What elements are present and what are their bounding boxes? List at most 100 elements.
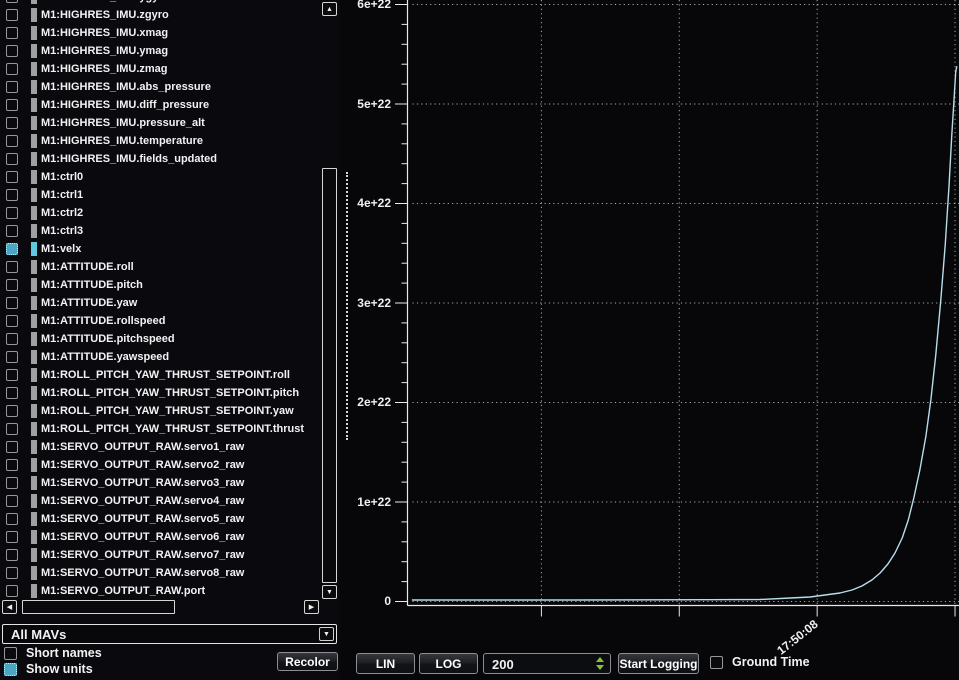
curve-checkbox[interactable] [6,261,18,273]
curve-color-swatch [31,188,37,202]
y-axis-tick-label: 1e+22 [339,495,391,509]
curve-color-swatch [31,368,37,382]
list-item: M1:SERVO_OUTPUT_RAW.servo4_raw [0,492,320,510]
curve-label: M1:SERVO_OUTPUT_RAW.servo3_raw [41,477,244,489]
curve-checkbox[interactable] [6,351,18,363]
scroll-up-button[interactable]: ▲ [322,2,337,16]
vertical-scrollbar[interactable]: ▲ ▼ [321,0,338,600]
curve-checkbox[interactable] [6,0,18,3]
curve-checkbox[interactable] [6,117,18,129]
list-item: M1:ATTITUDE.rollspeed [0,312,320,330]
curve-label: M1:ctrl2 [41,207,83,219]
curve-checkbox[interactable] [6,27,18,39]
scroll-left-button[interactable]: ◀ [2,600,17,614]
curve-label: M1:ROLL_PITCH_YAW_THRUST_SETPOINT.thrust [41,423,304,435]
scroll-left-icon: ◀ [7,604,12,611]
interval-spinbox[interactable]: 200 [483,653,611,674]
curve-checkbox[interactable] [6,495,18,507]
show-units-checkbox[interactable] [4,663,17,676]
curve-checkbox[interactable] [6,441,18,453]
curve-checkbox[interactable] [6,549,18,561]
recolor-button[interactable]: Recolor [277,652,338,671]
curve-label: M1:ATTITUDE.yaw [41,297,137,309]
curve-checkbox[interactable] [6,387,18,399]
y-axis-tick-label: 6e+22 [339,0,391,11]
curve-color-swatch [31,332,37,346]
y-axis-tick-label: 2e+22 [339,395,391,409]
curve-checkbox[interactable] [6,585,18,597]
spin-down-icon[interactable] [596,665,604,670]
spin-up-icon[interactable] [596,657,604,662]
curve-list-panel: M1:HIGHRES_IMU.ygyroM1:HIGHRES_IMU.zgyro… [0,0,340,680]
show-units-label: Show units [26,662,93,676]
curve-checkbox[interactable] [6,369,18,381]
curve-checkbox[interactable] [6,333,18,345]
horizontal-scrollbar-thumb[interactable] [22,600,175,614]
curve-checkbox[interactable] [6,225,18,237]
curve-checkbox[interactable] [6,315,18,327]
curve-checkbox[interactable] [6,189,18,201]
list-item: M1:HIGHRES_IMU.zmag [0,60,320,78]
curve-color-swatch [31,242,37,256]
curve-label: M1:HIGHRES_IMU.diff_pressure [41,99,209,111]
curve-color-swatch [31,548,37,562]
curve-label: M1:ctrl3 [41,225,83,237]
vertical-scrollbar-thumb[interactable] [322,168,337,583]
curve-checkbox[interactable] [6,9,18,21]
curve-checkbox[interactable] [6,207,18,219]
curve-color-swatch [31,170,37,184]
list-item: M1:HIGHRES_IMU.diff_pressure [0,96,320,114]
curve-checkbox[interactable] [6,297,18,309]
curve-label: M1:SERVO_OUTPUT_RAW.servo6_raw [41,531,244,543]
curve-checkbox[interactable] [6,153,18,165]
short-names-checkbox[interactable] [4,647,17,660]
curve-checkbox[interactable] [6,171,18,183]
scroll-right-button[interactable]: ▶ [304,600,319,614]
curve-checkbox[interactable] [6,279,18,291]
start-logging-button[interactable]: Start Logging [618,653,699,674]
dropdown-arrow-icon[interactable]: ▼ [319,627,334,641]
curve-checkbox[interactable] [6,477,18,489]
curve-label: M1:HIGHRES_IMU.pressure_alt [41,117,205,129]
list-item: M1:velx [0,240,320,258]
curve-label: M1:ATTITUDE.pitchspeed [41,333,175,345]
list-item: M1:ROLL_PITCH_YAW_THRUST_SETPOINT.pitch [0,384,320,402]
interval-value: 200 [492,657,514,672]
list-item: M1:ctrl1 [0,186,320,204]
linear-scale-button[interactable]: LIN [356,653,415,674]
list-item: M1:HIGHRES_IMU.xmag [0,24,320,42]
ground-time-checkbox[interactable] [710,656,723,669]
curve-checkbox[interactable] [6,81,18,93]
curve-checkbox[interactable] [6,531,18,543]
list-item: M1:ATTITUDE.pitchspeed [0,330,320,348]
y-axis-tick-label: 3e+22 [339,296,391,310]
log-scale-button[interactable]: LOG [419,653,478,674]
curve-checkbox[interactable] [6,99,18,111]
curve-checkbox[interactable] [6,243,18,255]
list-item: M1:SERVO_OUTPUT_RAW.servo5_raw [0,510,320,528]
curve-color-swatch [31,134,37,148]
y-axis-tick-label: 5e+22 [339,97,391,111]
curve-checkbox[interactable] [6,45,18,57]
curve-checkbox[interactable] [6,135,18,147]
scroll-down-button[interactable]: ▼ [322,585,337,599]
curve-checkbox[interactable] [6,513,18,525]
curve-checkbox[interactable] [6,567,18,579]
curve-label: M1:HIGHRES_IMU.ymag [41,45,168,57]
curve-label: M1:velx [41,243,81,255]
curve-label: M1:SERVO_OUTPUT_RAW.servo1_raw [41,441,244,453]
list-item: M1:HIGHRES_IMU.pressure_alt [0,114,320,132]
curve-color-swatch [31,566,37,580]
curve-checkbox[interactable] [6,423,18,435]
curve-checkbox[interactable] [6,63,18,75]
mav-filter-dropdown[interactable]: All MAVs ▼ [2,624,337,644]
horizontal-scrollbar[interactable]: ◀ ▶ [0,599,320,615]
curve-color-swatch [31,224,37,238]
list-item: M1:ROLL_PITCH_YAW_THRUST_SETPOINT.yaw [0,402,320,420]
curve-label: M1:HIGHRES_IMU.abs_pressure [41,81,211,93]
curve-checkbox[interactable] [6,405,18,417]
list-item: M1:SERVO_OUTPUT_RAW.servo1_raw [0,438,320,456]
list-item: M1:ctrl3 [0,222,320,240]
curve-color-swatch [31,278,37,292]
curve-checkbox[interactable] [6,459,18,471]
